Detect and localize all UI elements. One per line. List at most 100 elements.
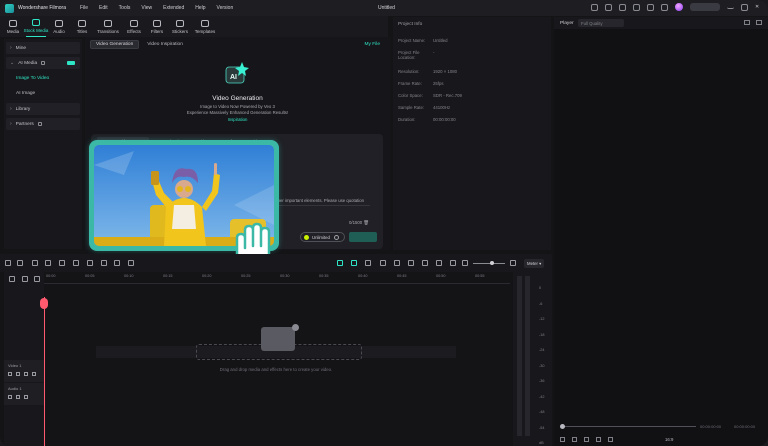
volume-icon[interactable]: [16, 395, 20, 399]
prompt-input[interactable]: other important elements. Please use quo…: [274, 198, 364, 203]
music-note-icon: [55, 19, 63, 27]
undo-icon[interactable]: [32, 260, 38, 266]
microphone-icon[interactable]: [422, 260, 428, 266]
menu-help[interactable]: Help: [195, 5, 205, 11]
meter-scale-label: -18: [539, 332, 545, 337]
track-header-audio: Audio 1: [4, 383, 44, 405]
duration-value: 00:00:00:00: [433, 117, 456, 122]
tab-effects[interactable]: Effects: [124, 16, 144, 37]
mark-in-icon[interactable]: [608, 437, 613, 442]
playhead-handle[interactable]: [40, 298, 48, 309]
lock-icon[interactable]: [32, 372, 36, 376]
audio-icon[interactable]: [436, 260, 442, 266]
menu-file[interactable]: File: [80, 5, 88, 11]
sidebar-item-ai-media[interactable]: ⌄ AI Media: [6, 57, 80, 69]
eye-icon[interactable]: [24, 372, 28, 376]
zoom-fit-icon[interactable]: [128, 260, 134, 266]
select-icon[interactable]: [17, 260, 23, 266]
tab-video-generation[interactable]: Video Generation: [90, 40, 140, 49]
sidebar-item-ai-image[interactable]: AI Image: [4, 86, 82, 101]
unlimited-badge[interactable]: Unlimited: [300, 232, 345, 242]
meter-dropdown[interactable]: Meter ▾: [524, 259, 545, 268]
previous-frame-icon[interactable]: [560, 437, 565, 442]
timeline-ruler[interactable]: 00:00 00:05 00:10 00:15 00:20 00:25 00:30 00:35…: [44, 272, 510, 284]
sidebar-item-image-to-video[interactable]: Image To Video: [4, 71, 82, 86]
bell-icon[interactable]: [661, 3, 668, 11]
split-icon[interactable]: [73, 260, 79, 266]
generate-button[interactable]: [349, 232, 377, 242]
zoom-slider[interactable]: [473, 263, 505, 264]
menu-edit[interactable]: Edit: [99, 5, 108, 11]
zoom-slider-knob[interactable]: [490, 261, 494, 265]
shield-icon[interactable]: [394, 260, 400, 266]
crop-icon[interactable]: [101, 260, 107, 266]
my-file-link[interactable]: My File: [365, 42, 380, 47]
volume-icon[interactable]: [16, 372, 20, 376]
tab-transitions[interactable]: Transitions: [95, 16, 121, 37]
maximize-icon[interactable]: [741, 3, 748, 11]
lock-icon[interactable]: [24, 395, 28, 399]
sidebar-item-library[interactable]: › Library: [6, 103, 80, 115]
zoom-in-icon[interactable]: [510, 260, 516, 266]
minimize-icon[interactable]: [727, 5, 734, 9]
playback-knob[interactable]: [560, 424, 565, 429]
image-icon[interactable]: [450, 260, 456, 266]
tab-audio[interactable]: Audio: [49, 16, 69, 37]
marker-icon[interactable]: [408, 260, 414, 266]
sidebar-item-label: Library: [15, 106, 31, 112]
tab-titles[interactable]: Titles: [72, 16, 92, 37]
tab-templates[interactable]: Templates: [193, 16, 217, 37]
play-icon[interactable]: [584, 437, 589, 442]
settings-icon[interactable]: [756, 20, 762, 25]
headset-icon[interactable]: [619, 3, 626, 11]
text-icon[interactable]: [87, 260, 93, 266]
track-controls: [8, 395, 32, 399]
cloud-icon[interactable]: [633, 3, 640, 11]
color-icon[interactable]: [114, 260, 120, 266]
playback-progress[interactable]: [562, 426, 696, 427]
magnet-icon[interactable]: [34, 276, 40, 282]
play-back-icon[interactable]: [572, 437, 577, 442]
render-icon[interactable]: [351, 260, 357, 266]
menu-view[interactable]: View: [141, 5, 152, 11]
magic-icon[interactable]: [365, 260, 371, 266]
gift-icon[interactable]: [591, 3, 598, 11]
app-window: Wondershare Filmora File Edit Tools View…: [0, 0, 768, 446]
menu-version[interactable]: Version: [217, 5, 234, 11]
playhead[interactable]: [44, 297, 45, 446]
snapshot-icon[interactable]: [744, 20, 750, 25]
zoom-out-icon[interactable]: [462, 260, 468, 266]
quality-dropdown[interactable]: Full Quality: [578, 19, 624, 27]
export-button[interactable]: [690, 3, 720, 11]
media-tabs: Video Generation Video Inspiration: [90, 40, 191, 49]
menu-extended[interactable]: Extended: [163, 5, 184, 11]
inspiration-link[interactable]: Inspiration: [85, 117, 390, 122]
delete-icon[interactable]: [59, 260, 65, 266]
folder-icon[interactable]: [8, 372, 12, 376]
sidebar-item-partners[interactable]: › Partners: [6, 118, 80, 130]
link-icon[interactable]: [22, 276, 28, 282]
trash-icon[interactable]: 🗑: [363, 220, 368, 225]
tab-filters[interactable]: Filters: [147, 16, 167, 37]
snap-icon[interactable]: [380, 260, 386, 266]
track-controls: [8, 372, 40, 376]
avatar[interactable]: [675, 3, 683, 11]
tab-stock-media[interactable]: Stock Media: [24, 16, 48, 37]
layout-icon[interactable]: [5, 260, 11, 266]
generation-title: Video Generation: [212, 95, 263, 102]
menu-tools[interactable]: Tools: [119, 5, 131, 11]
tab-stickers[interactable]: Stickers: [170, 16, 190, 37]
meter-label: Meter: [527, 261, 538, 266]
folder-icon[interactable]: [8, 395, 12, 399]
tab-media[interactable]: Media: [3, 16, 23, 37]
upload-icon[interactable]: [605, 3, 612, 11]
stop-icon[interactable]: [596, 437, 601, 442]
grid-icon[interactable]: [647, 3, 654, 11]
add-track-icon[interactable]: [9, 276, 15, 282]
smart-icon[interactable]: [337, 260, 343, 266]
redo-icon[interactable]: [45, 260, 51, 266]
close-icon[interactable]: ✕: [755, 4, 762, 11]
aspect-ratio-select[interactable]: 16:9: [665, 437, 673, 442]
sidebar-item-mine[interactable]: › Mine: [6, 42, 80, 54]
tab-video-inspiration[interactable]: Video Inspiration: [142, 40, 188, 49]
